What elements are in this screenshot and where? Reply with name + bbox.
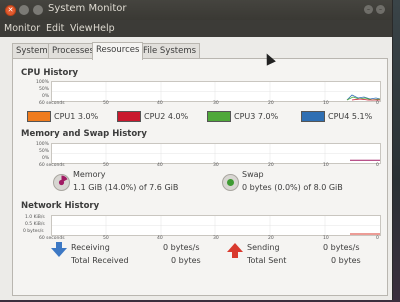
memory-y-top: 100% xyxy=(36,142,49,147)
network-x-axis: 60 seconds 50 40 30 20 10 0 xyxy=(39,236,379,242)
memory-x-tick: 10 xyxy=(323,163,329,168)
cpu2-color-swatch[interactable] xyxy=(117,111,141,122)
network-y-top: 1.0 KiB/s xyxy=(25,215,45,220)
cpu-y-bottom: 0% xyxy=(42,94,50,99)
sending-label: Sending xyxy=(247,243,280,252)
network-x-tick: 60 seconds xyxy=(39,236,65,241)
memory-value: 1.1 GiB (14.0%) of 7.6 GiB xyxy=(73,183,179,192)
menu-help[interactable]: Help xyxy=(93,23,115,34)
memory-y-mid: 50% xyxy=(39,149,50,154)
close-icon: ✕ xyxy=(7,6,14,14)
cpu3-color-swatch[interactable] xyxy=(207,111,231,122)
close-button[interactable]: ✕ xyxy=(5,5,16,16)
receiving-label: Receiving xyxy=(71,243,110,252)
memory-x-tick: 20 xyxy=(268,163,274,168)
cpu-x-tick: 0 xyxy=(376,101,379,106)
tab-file-systems[interactable]: File Systems xyxy=(139,43,201,59)
cpu-history-graph xyxy=(51,81,381,102)
menu-view[interactable]: View xyxy=(70,23,93,34)
total-received-label: Total Received xyxy=(71,256,129,265)
memory-label: Memory xyxy=(73,170,106,179)
maximize-button[interactable] xyxy=(33,5,43,15)
memory-x-axis: 60 seconds 50 40 30 20 10 0 xyxy=(39,163,379,169)
minimize-button[interactable] xyxy=(19,5,29,15)
swap-pie-icon[interactable] xyxy=(222,174,239,191)
swap-value: 0 bytes (0.0%) of 8.0 GiB xyxy=(242,183,343,192)
network-x-tick: 0 xyxy=(376,236,379,241)
cpu-y-top: 100% xyxy=(36,80,49,85)
cpu4-label: CPU4 5.1% xyxy=(328,112,373,121)
network-x-tick: 10 xyxy=(323,236,329,241)
total-received-value: 0 bytes xyxy=(171,256,201,265)
memory-pie-icon[interactable] xyxy=(53,174,70,191)
tab-processes[interactable]: Processes xyxy=(48,43,98,59)
cpu-x-tick: 40 xyxy=(157,101,163,106)
receiving-value: 0 bytes/s xyxy=(163,243,200,252)
memory-history-title: Memory and Swap History xyxy=(21,129,147,139)
network-y-bottom: 0 bytes/s xyxy=(23,229,44,234)
cpu2-label: CPU2 4.0% xyxy=(144,112,189,121)
network-x-tick: 40 xyxy=(157,236,163,241)
title-bar: ✕ System Monitor – – xyxy=(0,0,392,20)
memory-y-bottom: 0% xyxy=(42,156,50,161)
cpu-x-tick: 50 xyxy=(103,101,109,106)
cpu-x-tick: 10 xyxy=(323,101,329,106)
memory-history-graph xyxy=(51,143,381,164)
memory-pie-wedge-icon xyxy=(58,175,68,186)
menu-edit[interactable]: Edit xyxy=(46,23,64,34)
resources-panel: CPU History 100% 50% 0% 60 seconds 50 40… xyxy=(12,58,388,296)
window-title: System Monitor xyxy=(48,3,127,14)
swap-label: Swap xyxy=(242,170,264,179)
memory-x-tick: 30 xyxy=(213,163,219,168)
cpu4-color-swatch[interactable] xyxy=(301,111,325,122)
network-y-mid: 0.5 KiB/s xyxy=(25,222,45,227)
cpu-x-tick: 30 xyxy=(213,101,219,106)
memory-x-tick: 50 xyxy=(103,163,109,168)
menu-bar: Monitor Edit View Help xyxy=(0,20,392,37)
cpu-x-axis: 60 seconds 50 40 30 20 10 0 xyxy=(39,101,379,107)
network-history-graph xyxy=(51,215,381,236)
cpu1-color-swatch[interactable] xyxy=(27,111,51,122)
cpu1-label: CPU1 3.0% xyxy=(54,112,99,121)
tab-resources[interactable]: Resources xyxy=(92,42,144,60)
sending-value: 0 bytes/s xyxy=(323,243,360,252)
cpu-x-tick: 60 seconds xyxy=(39,101,65,106)
memory-x-tick: 40 xyxy=(157,163,163,168)
total-sent-label: Total Sent xyxy=(247,256,287,265)
menu-monitor[interactable]: Monitor xyxy=(4,23,40,34)
swap-dot-icon xyxy=(227,179,234,186)
cpu-history-title: CPU History xyxy=(21,68,79,78)
network-x-tick: 30 xyxy=(213,236,219,241)
cpu-x-tick: 20 xyxy=(268,101,274,106)
cpu3-label: CPU3 7.0% xyxy=(234,112,279,121)
network-history-title: Network History xyxy=(21,201,100,211)
total-sent-value: 0 bytes xyxy=(331,256,361,265)
network-x-tick: 50 xyxy=(103,236,109,241)
tab-system[interactable]: System xyxy=(12,43,52,59)
tray-icon-1[interactable]: – xyxy=(364,5,373,14)
memory-x-tick: 0 xyxy=(376,163,379,168)
network-x-tick: 20 xyxy=(268,236,274,241)
system-monitor-window: ✕ System Monitor – – Monitor Edit View H… xyxy=(0,0,393,300)
tray-icon-2[interactable]: – xyxy=(376,5,385,14)
cpu-y-mid: 50% xyxy=(39,87,50,92)
memory-x-tick: 60 seconds xyxy=(39,163,65,168)
